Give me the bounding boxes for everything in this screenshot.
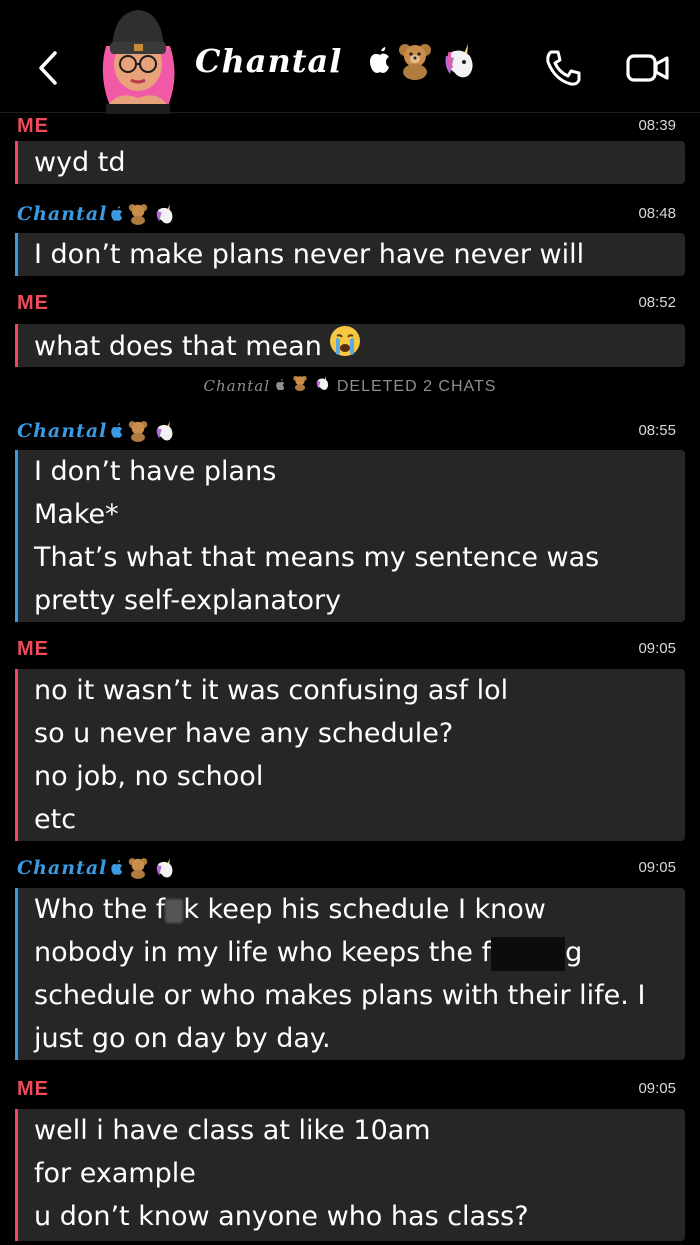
message-text: wyd td bbox=[34, 147, 126, 178]
message-bubble[interactable]: well i have class at like 10am for examp… bbox=[15, 1109, 685, 1241]
message-text: pretty self-explanatory bbox=[34, 585, 342, 616]
teddy-bear-icon bbox=[129, 858, 148, 879]
chat-header: Chantal bbox=[0, 0, 700, 114]
chevron-left-icon bbox=[39, 51, 57, 85]
crying-face-icon bbox=[328, 324, 362, 371]
call-button[interactable] bbox=[543, 48, 583, 88]
message-text: so u never have any schedule? bbox=[34, 718, 454, 749]
back-button[interactable] bbox=[28, 38, 68, 98]
teddy-bear-icon bbox=[399, 44, 431, 80]
unicorn-icon bbox=[157, 858, 173, 878]
message-text: well i have class at like 10am bbox=[34, 1115, 431, 1146]
message-text: That’s what that means my sentence was bbox=[34, 542, 600, 573]
message-bubble[interactable]: I don’t make plans never have never will bbox=[15, 233, 685, 276]
video-camera-icon bbox=[626, 54, 669, 82]
message-text: no it wasn’t it was confusing asf lol bbox=[34, 675, 509, 706]
message-text: nobody in my life who keeps the f bbox=[34, 937, 492, 968]
apple-icon bbox=[370, 47, 389, 73]
contact-emojis bbox=[368, 42, 478, 80]
avatar[interactable] bbox=[88, 6, 188, 114]
message-group: Chantal 09:05 Who the f k keep his schedu… bbox=[0, 857, 700, 1064]
message-text: Who the f bbox=[34, 894, 166, 925]
message-text: I don’t have plans bbox=[34, 456, 277, 487]
sender-label: ME bbox=[17, 1078, 49, 1100]
message-text: what does that mean bbox=[34, 331, 322, 362]
message-text: for example bbox=[34, 1158, 196, 1189]
message-group: ME 09:05 no it wasn’t it was confusing a… bbox=[0, 638, 700, 843]
contact-name[interactable]: Chantal bbox=[195, 42, 342, 80]
sender-label: ME bbox=[17, 638, 49, 660]
message-group: ME 08:52 what does that mean bbox=[0, 292, 700, 368]
deleted-text: DELETED 2 CHATS bbox=[336, 378, 497, 395]
video-call-button[interactable] bbox=[625, 50, 671, 86]
apple-icon bbox=[111, 423, 123, 438]
message-group: ME 09:05 well i have class at like 10am … bbox=[0, 1078, 700, 1245]
unicorn-icon bbox=[157, 421, 173, 441]
timestamp: 08:39 bbox=[638, 117, 676, 134]
message-group: ME 08:39 wyd td bbox=[0, 115, 700, 187]
deleted-chats-notice: Chantal DELETED 2 CHATS bbox=[203, 375, 497, 395]
teddy-bear-icon bbox=[293, 375, 307, 391]
message-text: g bbox=[565, 937, 583, 968]
unicorn-icon bbox=[317, 375, 329, 390]
timestamp: 09:05 bbox=[638, 1080, 676, 1097]
message-text: u don’t know anyone who has class? bbox=[34, 1201, 529, 1232]
message-text: k keep his schedule I know bbox=[183, 894, 546, 925]
timestamp: 09:05 bbox=[638, 640, 676, 657]
message-bubble[interactable]: wyd td bbox=[15, 141, 685, 184]
sender-label: Chantal bbox=[17, 203, 176, 225]
unicorn-icon bbox=[445, 44, 473, 78]
phone-icon bbox=[546, 50, 581, 86]
unicorn-icon bbox=[157, 204, 173, 224]
timestamp: 09:05 bbox=[638, 859, 676, 876]
apple-icon bbox=[276, 379, 285, 391]
sender-label: ME bbox=[17, 115, 49, 137]
apple-icon bbox=[111, 860, 123, 875]
message-bubble[interactable]: what does that mean bbox=[15, 324, 685, 367]
sender-label: Chantal bbox=[17, 420, 176, 442]
timestamp: 08:52 bbox=[638, 294, 676, 311]
message-group: Chantal 08:48 I don’t make plans never h… bbox=[0, 203, 700, 279]
message-group: Chantal 08:55 I don’t have plans Make* T… bbox=[0, 420, 700, 625]
censor-redaction bbox=[491, 936, 566, 971]
message-text: schedule or who makes plans with their l… bbox=[34, 980, 646, 1011]
message-text: etc bbox=[34, 804, 77, 835]
message-text: Make* bbox=[34, 499, 119, 530]
message-bubble[interactable]: I don’t have plans Make* That’s what tha… bbox=[15, 450, 685, 622]
message-text: I don’t make plans never have never will bbox=[34, 239, 585, 270]
message-bubble[interactable]: Who the f k keep his schedule I know nobo… bbox=[15, 888, 685, 1060]
censor-blur bbox=[165, 898, 184, 923]
timestamp: 08:48 bbox=[638, 205, 676, 222]
apple-icon bbox=[111, 206, 123, 221]
sender-label: Chantal bbox=[17, 857, 176, 879]
message-text: no job, no school bbox=[34, 761, 264, 792]
timestamp: 08:55 bbox=[638, 422, 676, 439]
message-text: just go on day by day. bbox=[34, 1023, 331, 1054]
message-bubble[interactable]: no it wasn’t it was confusing asf lol so… bbox=[15, 669, 685, 841]
teddy-bear-icon bbox=[129, 204, 148, 225]
teddy-bear-icon bbox=[129, 421, 148, 442]
sender-label: ME bbox=[17, 292, 49, 314]
